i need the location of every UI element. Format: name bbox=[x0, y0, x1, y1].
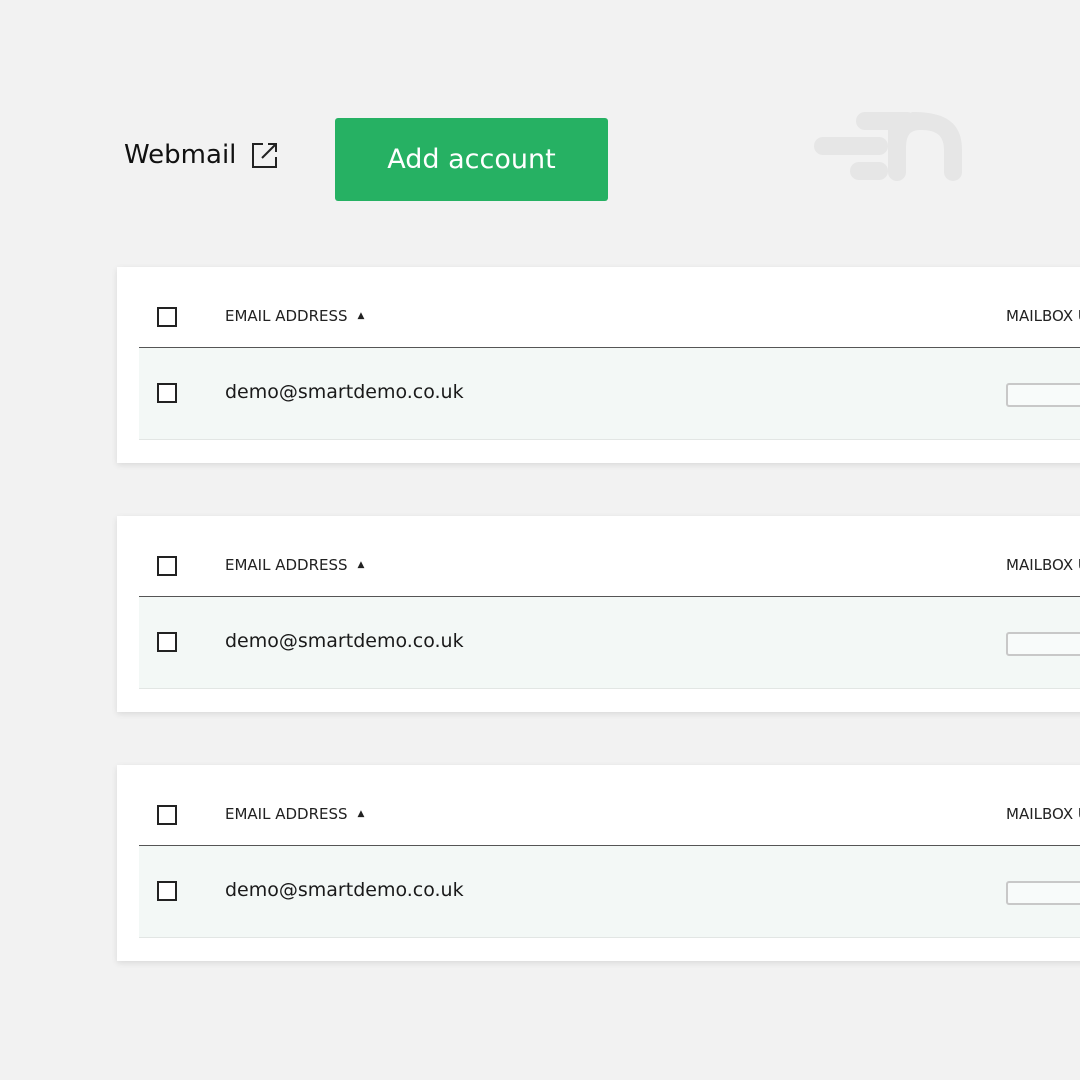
column-header-mailbox[interactable]: MAILBOX U bbox=[1006, 556, 1080, 574]
external-link-icon bbox=[252, 143, 278, 168]
column-header-mailbox[interactable]: MAILBOX U bbox=[1006, 307, 1080, 325]
mailbox-usage-bar bbox=[1006, 632, 1080, 656]
table-header: EMAIL ADDRESS ▲ MAILBOX U bbox=[139, 267, 1080, 349]
webmail-link[interactable]: Webmail bbox=[124, 140, 280, 170]
row-checkbox[interactable] bbox=[157, 881, 177, 901]
table-row: demo@smartdemo.co.uk bbox=[139, 597, 1080, 689]
table-header: EMAIL ADDRESS ▲ MAILBOX U bbox=[139, 765, 1080, 847]
mailbox-usage-bar bbox=[1006, 383, 1080, 407]
column-header-mailbox[interactable]: MAILBOX U bbox=[1006, 805, 1080, 823]
sort-ascending-icon: ▲ bbox=[357, 311, 365, 321]
accounts-table-1: EMAIL ADDRESS ▲ MAILBOX U demo@smartdemo… bbox=[117, 267, 1080, 463]
select-all-checkbox[interactable] bbox=[157, 805, 177, 825]
row-checkbox[interactable] bbox=[157, 632, 177, 652]
email-address: demo@smartdemo.co.uk bbox=[225, 381, 464, 403]
mailbox-usage-bar bbox=[1006, 881, 1080, 905]
column-header-email[interactable]: EMAIL ADDRESS ▲ bbox=[225, 307, 364, 325]
webmail-label: Webmail bbox=[124, 140, 237, 170]
add-account-button[interactable]: Add account bbox=[335, 118, 608, 201]
email-address: demo@smartdemo.co.uk bbox=[225, 630, 464, 652]
email-address: demo@smartdemo.co.uk bbox=[225, 879, 464, 901]
accounts-table-3: EMAIL ADDRESS ▲ MAILBOX U demo@smartdemo… bbox=[117, 765, 1080, 961]
row-checkbox[interactable] bbox=[157, 383, 177, 403]
select-all-checkbox[interactable] bbox=[157, 307, 177, 327]
brand-logo-icon bbox=[814, 112, 962, 181]
table-row: demo@smartdemo.co.uk bbox=[139, 846, 1080, 938]
column-header-email[interactable]: EMAIL ADDRESS ▲ bbox=[225, 805, 364, 823]
sort-ascending-icon: ▲ bbox=[357, 560, 365, 570]
table-header: EMAIL ADDRESS ▲ MAILBOX U bbox=[139, 516, 1080, 598]
column-header-email[interactable]: EMAIL ADDRESS ▲ bbox=[225, 556, 364, 574]
accounts-table-2: EMAIL ADDRESS ▲ MAILBOX U demo@smartdemo… bbox=[117, 516, 1080, 712]
select-all-checkbox[interactable] bbox=[157, 556, 177, 576]
table-row: demo@smartdemo.co.uk bbox=[139, 348, 1080, 440]
sort-ascending-icon: ▲ bbox=[357, 809, 365, 819]
